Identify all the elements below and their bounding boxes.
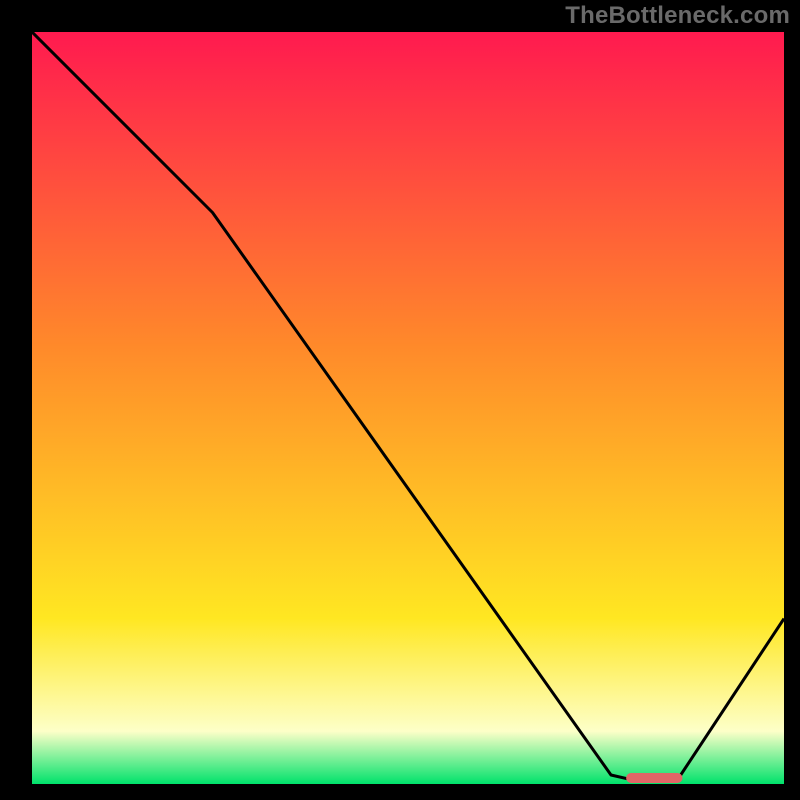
watermark-text: TheBottleneck.com <box>565 2 790 30</box>
chart-frame: TheBottleneck.com <box>0 0 800 800</box>
plot-area <box>32 32 784 784</box>
chart-svg <box>32 32 784 784</box>
optimal-marker <box>626 773 682 783</box>
